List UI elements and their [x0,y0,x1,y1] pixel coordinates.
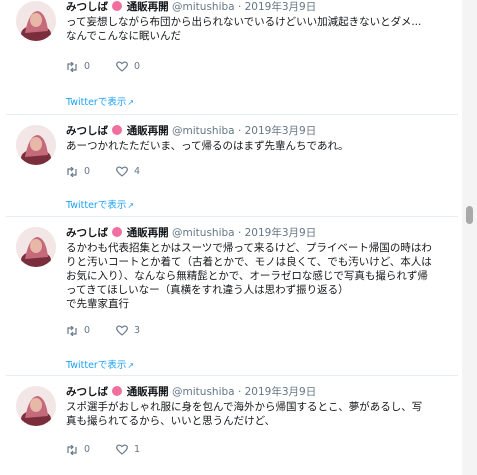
like-button[interactable]: 0 [116,61,140,72]
display-name-label: 通販再開 [126,1,169,13]
tweet-date[interactable]: 2019年3月9日 [245,227,317,239]
retweet-count: 0 [84,166,91,177]
display-name[interactable]: みつしば [66,125,108,137]
like-button[interactable]: 4 [116,166,140,177]
external-link-icon: ↗ [127,98,135,107]
heart-icon [116,61,128,72]
tweet-text: あーつかれたただいま、って帰るのはまず先輩んちであれ。 [66,139,451,153]
retweet-count: 0 [84,444,91,455]
view-on-twitter-link[interactable]: Twitterで表示↗ [66,197,134,211]
retweet-icon [67,444,77,455]
retweet-count: 0 [84,61,91,72]
tweet-text-line: なんでこんなに眠いんだ [66,30,181,42]
like-button[interactable]: 1 [116,444,140,455]
tweet-text-line: 真も撮られてるから、いいと思うんだけど、 [66,415,276,427]
tweet-header: みつしば 通販再開 @mitushiba · 2019年3月9日 [66,384,316,399]
tweet-header: みつしば 通販再開 @mitushiba · 2019年3月9日 [66,0,316,14]
tweet-text: るかわも代表招集とかはスーツで帰って来るけど、プライベート帰国の時はわ りと汚い… [66,241,451,311]
tweet-date[interactable]: 2019年3月9日 [245,125,317,137]
tweet-text-line: スポ選手がおしゃれ服に身を包んで海外から帰国するとこ、夢があるし、写 [66,401,423,413]
view-on-twitter-link[interactable]: Twitterで表示↗ [66,357,134,371]
display-name[interactable]: みつしば [66,1,108,13]
view-on-twitter-label: Twitterで表示 [66,200,127,211]
separator: · [237,125,242,137]
tweet-text-line: あーつかれたただいま、って帰るのはまず先輩んちであれ。 [66,140,349,152]
tweet-text-line: って妄想しながら布団から出られないでいるけどいい加減起きないとダメ... [66,16,422,28]
pink-heart-icon [112,1,123,11]
retweet-button[interactable]: 0 [66,61,90,72]
tweet-actions: 0 1 [66,444,166,455]
avatar[interactable] [16,227,56,267]
pink-heart-icon [112,386,123,396]
user-handle[interactable]: @mitushiba [172,1,235,13]
tweet-actions: 0 0 [66,61,166,72]
tweet-header: みつしば 通販再開 @mitushiba · 2019年3月9日 [66,123,316,138]
display-name[interactable]: みつしば [66,386,108,398]
display-name[interactable]: みつしば [66,227,108,239]
tweet-date[interactable]: 2019年3月9日 [245,386,317,398]
retweet-button[interactable]: 0 [66,325,90,336]
view-on-twitter-label: Twitterで表示 [66,97,127,108]
tweet-feed: みつしば 通販再開 @mitushiba · 2019年3月9日 って妄想しなが… [0,0,462,475]
tweet-text: スポ選手がおしゃれ服に身を包んで海外から帰国するとこ、夢があるし、写 真も撮られ… [66,400,451,428]
tweet-date[interactable]: 2019年3月9日 [245,1,317,13]
user-handle[interactable]: @mitushiba [172,227,235,239]
tweet-header: みつしば 通販再開 @mitushiba · 2019年3月9日 [66,225,316,240]
like-count: 0 [134,61,141,72]
separator: · [237,386,242,398]
tweet-text-line: るかわも代表招集とかはスーツで帰って来るけど、プライベート帰国の時はわ [66,242,432,254]
heart-icon [116,444,128,455]
display-name-label: 通販再開 [126,386,169,398]
user-handle[interactable]: @mitushiba [172,125,235,137]
external-link-icon: ↗ [127,361,135,370]
heart-icon [116,166,128,177]
separator: · [237,1,242,13]
view-on-twitter-link[interactable]: Twitterで表示↗ [66,94,134,108]
retweet-icon [67,325,77,336]
tweet-card: みつしば 通販再開 @mitushiba · 2019年3月9日 あーつかれたた… [6,114,458,217]
like-count: 4 [134,166,141,177]
like-count: 3 [134,325,141,336]
tweet-text-line: で先輩家直行 [66,298,129,310]
view-on-twitter-label: Twitterで表示 [66,360,127,371]
like-count: 1 [134,444,141,455]
vertical-scrollbar[interactable] [462,0,477,475]
tweet-text-line: お気に入り）、なんなら無精髭とかで、オーラゼロな感じで写真も撮られず帰 [66,270,428,282]
retweet-button[interactable]: 0 [66,166,90,177]
tweet-text-line: りと汚いコートとか着て（古着とかで、モノは良くて、でも汚いけど、本人は [66,256,432,268]
pink-heart-icon [112,227,123,237]
separator: · [237,227,242,239]
retweet-button[interactable]: 0 [66,444,90,455]
external-link-icon: ↗ [127,201,135,210]
retweet-count: 0 [84,325,91,336]
pink-heart-icon [112,125,123,135]
scrollbar-thumb[interactable] [466,206,473,224]
like-button[interactable]: 3 [116,325,140,336]
user-handle[interactable]: @mitushiba [172,386,235,398]
tweet-card: みつしば 通販再開 @mitushiba · 2019年3月9日 スポ選手がおし… [6,375,458,475]
avatar[interactable] [16,1,56,41]
tweet-card: みつしば 通販再開 @mitushiba · 2019年3月9日 って妄想しなが… [6,0,458,111]
avatar[interactable] [16,386,56,426]
display-name-label: 通販再開 [126,125,169,137]
tweet-text: って妄想しながら布団から出られないでいるけどいい加減起きないとダメ... なんで… [66,15,451,43]
display-name-label: 通販再開 [126,227,169,239]
avatar[interactable] [16,125,56,165]
tweet-card: みつしば 通販再開 @mitushiba · 2019年3月9日 るかわも代表招… [6,216,458,375]
tweet-actions: 0 3 [66,325,166,336]
retweet-icon [67,61,77,72]
retweet-icon [67,166,77,177]
tweet-actions: 0 4 [66,166,166,177]
heart-icon [116,325,128,336]
tweet-text-line: ってきてほしいなー（真横をすれ違う人は思わず振り返る） [66,284,349,296]
